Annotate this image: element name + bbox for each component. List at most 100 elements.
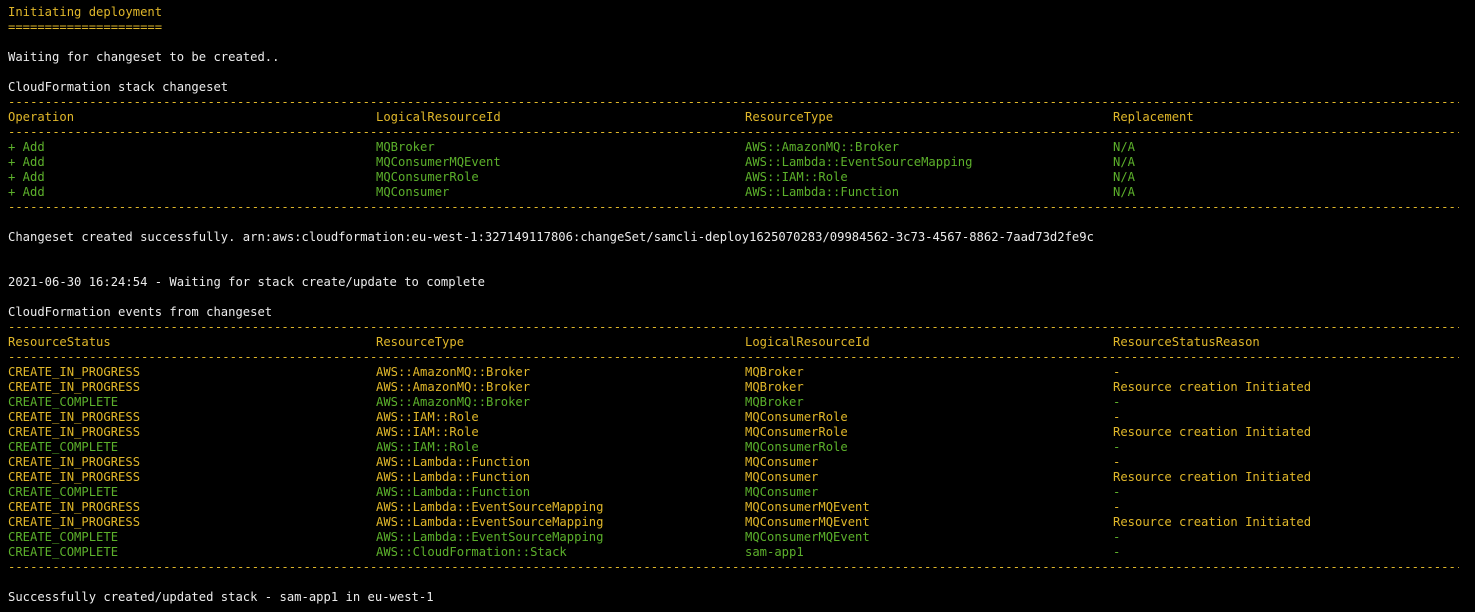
cell-resource-type: AWS::Lambda::EventSourceMapping (376, 500, 604, 514)
table-rule: ----------------------------------------… (8, 200, 1459, 214)
cell-resource-type: AWS::CloudFormation::Stack (376, 545, 567, 559)
cell-resource-status: CREATE_IN_PROGRESS (8, 365, 141, 379)
changeset-row: + Add MQConsumer AWS::Lambda::Function N/A (8, 185, 1475, 200)
stack-wait-message: 2021-06-30 16:24:54 - Waiting for stack … (8, 275, 485, 289)
changeset-row: + Add MQConsumerMQEvent AWS::Lambda::Event… (8, 155, 1475, 170)
cell-logical-resource-id: MQConsumerMQEvent (745, 530, 870, 544)
cell-resource-status-reason: Resource creation Initiated (1113, 380, 1312, 394)
cell-resource-type: AWS::IAM::Role (376, 425, 479, 439)
waiting-changeset-message: Waiting for changeset to be created.. (8, 50, 280, 64)
cell-resource-status: CREATE_IN_PROGRESS (8, 425, 141, 439)
cell-resource-status-reason: - (1113, 545, 1121, 559)
cell-resource-status: CREATE_COMPLETE (8, 545, 119, 559)
event-row: CREATE_COMPLETE AWS::IAM::Role MQConsumerR… (8, 440, 1475, 455)
cell-resource-status-reason: - (1113, 530, 1121, 544)
table-rule: ----------------------------------------… (8, 320, 1459, 334)
cell-resource-status-reason: - (1113, 410, 1121, 424)
cell-resource-status: CREATE_IN_PROGRESS (8, 470, 141, 484)
deploy-title-underline: ===================== (8, 20, 163, 34)
cell-resource-status: CREATE_IN_PROGRESS (8, 455, 141, 469)
cell-resource-type: AWS::AmazonMQ::Broker (376, 395, 531, 409)
cell-operation: + Add (8, 140, 45, 154)
changeset-section-title: CloudFormation stack changeset (8, 80, 229, 94)
changeset-created-message: Changeset created successfully. arn:aws:… (8, 230, 1094, 244)
cell-operation: + Add (8, 185, 45, 199)
cell-resource-status-reason: Resource creation Initiated (1113, 470, 1312, 484)
cell-resource-status-reason: - (1113, 395, 1121, 409)
cell-resource-status: CREATE_IN_PROGRESS (8, 410, 141, 424)
cell-logical-resource-id: MQConsumerMQEvent (376, 155, 501, 169)
cell-resource-status-reason: - (1113, 485, 1121, 499)
cell-logical-resource-id: MQConsumerMQEvent (745, 515, 870, 529)
cell-resource-status: CREATE_COMPLETE (8, 530, 119, 544)
cell-resource-status: CREATE_COMPLETE (8, 485, 119, 499)
table-rule: ----------------------------------------… (8, 125, 1459, 139)
cell-resource-type: AWS::Lambda::Function (376, 485, 531, 499)
cell-resource-status: CREATE_IN_PROGRESS (8, 500, 141, 514)
cell-logical-resource-id: MQConsumer (745, 470, 819, 484)
cell-logical-resource-id: MQBroker (745, 395, 804, 409)
cell-replacement: N/A (1113, 155, 1136, 169)
cell-operation: + Add (8, 155, 45, 169)
cell-resource-status: CREATE_IN_PROGRESS (8, 515, 141, 529)
cell-operation: + Add (8, 170, 45, 184)
cell-resource-status-reason: - (1113, 365, 1121, 379)
terminal-window: Initiating deployment ==================… (0, 0, 1475, 612)
cell-resource-type: AWS::IAM::Role (376, 410, 479, 424)
cell-logical-resource-id: MQBroker (745, 380, 804, 394)
cell-resource-status-reason: - (1113, 455, 1121, 469)
event-row: CREATE_COMPLETE AWS::Lambda::EventSourceM… (8, 530, 1475, 545)
cell-resource-type: AWS::Lambda::EventSourceMapping (745, 155, 973, 169)
cell-resource-status-reason: Resource creation Initiated (1113, 425, 1312, 439)
cell-replacement: N/A (1113, 140, 1136, 154)
event-row: CREATE_IN_PROGRESS AWS::Lambda::EventSour… (8, 500, 1475, 515)
column-header-logical-resource-id: LogicalResourceId (376, 110, 501, 124)
event-row: CREATE_COMPLETE AWS::CloudFormation::Stac… (8, 545, 1475, 560)
cell-resource-type: AWS::Lambda::Function (376, 470, 531, 484)
cell-logical-resource-id: MQConsumerRole (745, 440, 848, 454)
table-rule: ----------------------------------------… (8, 95, 1459, 109)
cell-resource-status: CREATE_IN_PROGRESS (8, 380, 141, 394)
cell-resource-type: AWS::IAM::Role (745, 170, 848, 184)
cell-resource-status-reason: Resource creation Initiated (1113, 515, 1312, 529)
cell-logical-resource-id: MQConsumer (745, 455, 819, 469)
events-section-title: CloudFormation events from changeset (8, 305, 273, 319)
cell-resource-type: AWS::Lambda::Function (745, 185, 900, 199)
event-row: CREATE_IN_PROGRESS AWS::IAM::Role MQConsum… (8, 425, 1475, 440)
cell-resource-type: AWS::AmazonMQ::Broker (376, 380, 531, 394)
column-header-replacement: Replacement (1113, 110, 1194, 124)
cell-logical-resource-id: MQBroker (376, 140, 435, 154)
final-success-message: Successfully created/updated stack - sam… (8, 590, 434, 604)
column-header-resource-status-reason: ResourceStatusReason (1113, 335, 1260, 349)
event-row: CREATE_IN_PROGRESS AWS::Lambda::Function M… (8, 470, 1475, 485)
column-header-logical-resource-id: LogicalResourceId (745, 335, 870, 349)
cell-logical-resource-id: MQConsumerRole (376, 170, 479, 184)
deploy-title: Initiating deployment (8, 5, 163, 19)
event-row: CREATE_IN_PROGRESS AWS::AmazonMQ::Broker M… (8, 380, 1475, 395)
event-row: CREATE_IN_PROGRESS AWS::Lambda::Function M… (8, 455, 1475, 470)
column-header-resource-type: ResourceType (376, 335, 465, 349)
column-header-resource-status: ResourceStatus (8, 335, 111, 349)
cell-logical-resource-id: sam-app1 (745, 545, 804, 559)
table-rule: ----------------------------------------… (8, 560, 1459, 574)
event-row: CREATE_IN_PROGRESS AWS::Lambda::EventSour… (8, 515, 1475, 530)
cell-logical-resource-id: MQConsumer (745, 485, 819, 499)
table-rule: ----------------------------------------… (8, 350, 1459, 364)
column-header-resource-type: ResourceType (745, 110, 834, 124)
cell-replacement: N/A (1113, 170, 1136, 184)
event-row: CREATE_IN_PROGRESS AWS::AmazonMQ::Broker M… (8, 365, 1475, 380)
column-header-operation: Operation (8, 110, 75, 124)
changeset-row: + Add MQConsumerRole AWS::IAM::Role N/A (8, 170, 1475, 185)
cell-resource-status: CREATE_COMPLETE (8, 440, 119, 454)
cell-resource-status-reason: - (1113, 440, 1121, 454)
cell-resource-type: AWS::Lambda::EventSourceMapping (376, 515, 604, 529)
cell-resource-type: AWS::IAM::Role (376, 440, 479, 454)
events-header-row: ResourceStatus ResourceType LogicalResou… (8, 335, 1475, 350)
cell-logical-resource-id: MQConsumerRole (745, 410, 848, 424)
cell-logical-resource-id: MQConsumerMQEvent (745, 500, 870, 514)
cell-resource-status-reason: - (1113, 500, 1121, 514)
changeset-header-row: Operation LogicalResourceId ResourceType… (8, 110, 1475, 125)
cell-resource-type: AWS::AmazonMQ::Broker (376, 365, 531, 379)
event-row: CREATE_IN_PROGRESS AWS::IAM::Role MQConsum… (8, 410, 1475, 425)
event-row: CREATE_COMPLETE AWS::AmazonMQ::Broker MQBr… (8, 395, 1475, 410)
